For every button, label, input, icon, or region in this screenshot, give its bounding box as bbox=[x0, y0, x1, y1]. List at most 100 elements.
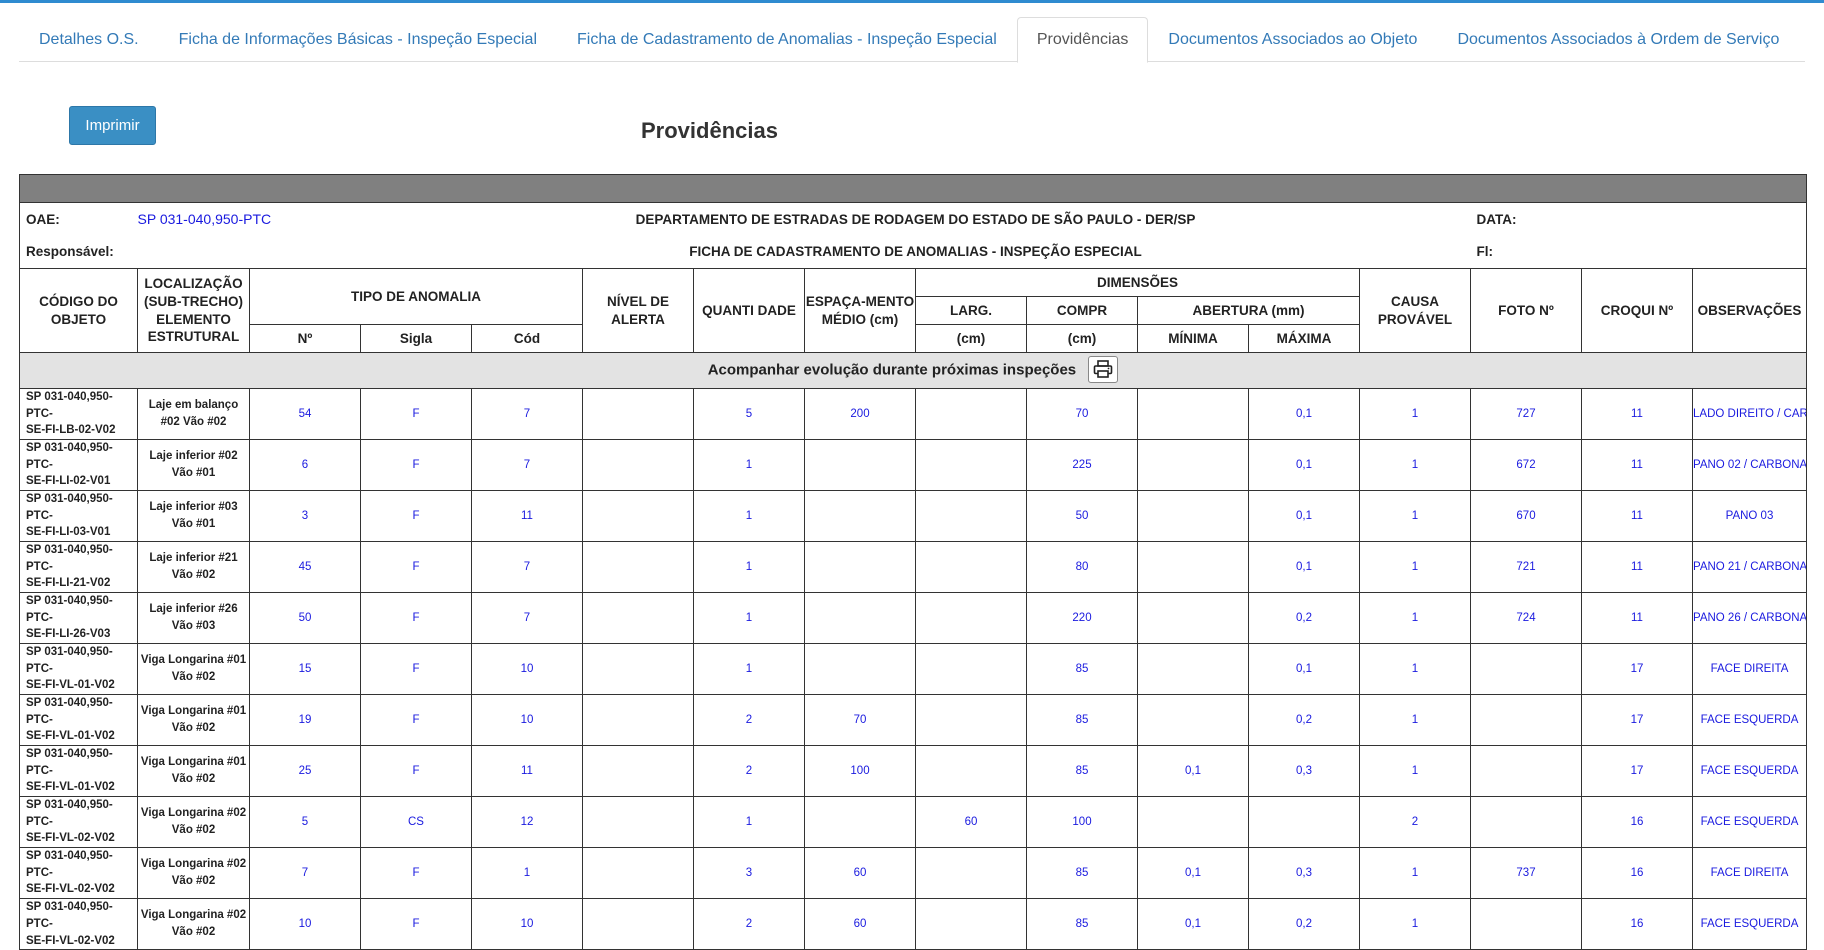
code-cell: SP 031-040,950-PTC- SE-FI-VL-02-V02 bbox=[19, 898, 138, 950]
alert-level-cell bbox=[582, 592, 694, 645]
opening-max-cell: 0,1 bbox=[1248, 387, 1360, 441]
table-row: SP 031-040,950-PTC- SE-FI-VL-01-V02 Viga L… bbox=[19, 694, 1807, 747]
anomaly-cod-cell: 10 bbox=[471, 643, 583, 696]
opening-min-cell bbox=[1137, 541, 1249, 594]
spacing-cell bbox=[804, 490, 916, 543]
quantity-cell: 2 bbox=[693, 898, 805, 950]
anomaly-no-cell: 15 bbox=[249, 643, 361, 696]
alert-level-cell bbox=[582, 745, 694, 798]
location-cell-line-2: Vão #02 bbox=[171, 773, 216, 786]
location-cell-line-1: Viga Longarina #02 bbox=[140, 807, 247, 820]
sketch-cell: 11 bbox=[1581, 439, 1693, 492]
tab-bar: Detalhes O.S. Ficha de Informações Básic… bbox=[19, 17, 1805, 63]
print-button[interactable]: Imprimir bbox=[69, 106, 156, 145]
code-cell-line-2: SE-FI-LB-02-V02 bbox=[26, 424, 116, 437]
code-cell: SP 031-040,950-PTC- SE-FI-LI-26-V03 bbox=[19, 592, 138, 645]
header-codigo: CÓDIGO DO OBJETO bbox=[19, 268, 138, 353]
department-name: DEPARTAMENTO DE ESTRADAS DE RODAGEM DO E… bbox=[635, 211, 1196, 227]
table-row: SP 031-040,950-PTC- SE-FI-LI-03-V01 Laje i… bbox=[19, 490, 1807, 543]
location-cell-line-1: Laje inferior #26 bbox=[149, 603, 238, 616]
cause-cell: 1 bbox=[1359, 439, 1471, 492]
location-cell-line-2: Vão #02 bbox=[171, 722, 216, 735]
table-row: SP 031-040,950-PTC- SE-FI-LI-26-V03 Laje i… bbox=[19, 592, 1807, 645]
page-header: Imprimir Providências bbox=[19, 62, 1805, 174]
tab-ficha-cadastramento-anomalias[interactable]: Ficha de Cadastramento de Anomalias - In… bbox=[557, 17, 1017, 62]
code-cell: SP 031-040,950-PTC- SE-FI-LI-21-V02 bbox=[19, 541, 138, 594]
responsavel-label: Responsável: bbox=[19, 235, 361, 269]
length-cell: 85 bbox=[1026, 847, 1138, 900]
spacing-cell bbox=[804, 796, 916, 849]
opening-max-cell: 0,3 bbox=[1248, 745, 1360, 798]
location-cell: Viga Longarina #02 Vão #02 bbox=[137, 898, 250, 950]
section-row: Acompanhar evolução durante próximas ins… bbox=[19, 352, 1807, 389]
tab-providencias[interactable]: Providências bbox=[1016, 17, 1149, 63]
sketch-cell: 17 bbox=[1581, 643, 1693, 696]
tab-documentos-ordem-servico[interactable]: Documentos Associados à Ordem de Serviço bbox=[1437, 17, 1799, 62]
fl-label: Fl: bbox=[1470, 235, 1807, 269]
quantity-cell: 5 bbox=[693, 387, 805, 441]
opening-max-cell: 0,3 bbox=[1248, 847, 1360, 900]
location-cell: Laje inferior #26 Vão #03 bbox=[137, 592, 250, 645]
opening-min-cell bbox=[1137, 387, 1249, 441]
sketch-cell: 16 bbox=[1581, 898, 1693, 950]
location-cell-line-1: Viga Longarina #02 bbox=[140, 909, 247, 922]
opening-min-cell bbox=[1137, 796, 1249, 849]
sketch-cell: 16 bbox=[1581, 847, 1693, 900]
length-cell: 70 bbox=[1026, 387, 1138, 441]
width-cell bbox=[915, 439, 1027, 492]
code-cell-line-2: SE-FI-VL-01-V02 bbox=[26, 781, 115, 794]
cause-cell: 1 bbox=[1359, 847, 1471, 900]
length-cell: 50 bbox=[1026, 490, 1138, 543]
anomaly-cod-cell: 7 bbox=[471, 439, 583, 492]
header-dimensoes: DIMENSÕES bbox=[915, 268, 1360, 297]
header-compr: COMPR bbox=[1026, 296, 1138, 325]
width-cell bbox=[915, 592, 1027, 645]
section-print-button[interactable] bbox=[1088, 356, 1119, 383]
location-cell: Laje inferior #21 Vão #02 bbox=[137, 541, 250, 594]
code-cell: SP 031-040,950-PTC- SE-FI-VL-02-V02 bbox=[19, 796, 138, 849]
observation-cell: PANO 26 / CARBONA bbox=[1692, 592, 1807, 645]
anomaly-no-cell: 19 bbox=[249, 694, 361, 747]
length-cell: 85 bbox=[1026, 745, 1138, 798]
code-cell-line-2: SE-FI-VL-02-V02 bbox=[26, 832, 115, 845]
tab-detalhes-os[interactable]: Detalhes O.S. bbox=[19, 17, 159, 62]
observation-cell: PANO 02 / CARBONA bbox=[1692, 439, 1807, 492]
header-nivel-alerta: NÍVEL DE ALERTA bbox=[582, 268, 694, 353]
info-row-responsavel: Responsável: FICHA DE CADASTRAMENTO DE A… bbox=[19, 235, 1807, 269]
sketch-cell: 17 bbox=[1581, 745, 1693, 798]
width-cell bbox=[915, 847, 1027, 900]
header-larg: LARG. bbox=[915, 296, 1027, 325]
location-cell: Viga Longarina #01 Vão #02 bbox=[137, 643, 250, 696]
spacing-cell: 60 bbox=[804, 898, 916, 950]
header-espacamento: ESPAÇA-MENTO MÉDIO (cm) bbox=[804, 268, 916, 353]
code-cell-line-1: SP 031-040,950-PTC- bbox=[26, 697, 113, 726]
opening-min-cell: 0,1 bbox=[1137, 745, 1249, 798]
table-row: SP 031-040,950-PTC- SE-FI-LI-02-V01 Laje i… bbox=[19, 439, 1807, 492]
location-cell-line-1: Laje em balanço bbox=[148, 399, 239, 412]
oae-value: SP 031-040,950-PTC bbox=[137, 211, 272, 228]
opening-min-cell: 0,1 bbox=[1137, 898, 1249, 950]
opening-max-cell: 0,1 bbox=[1248, 541, 1360, 594]
section-label: Acompanhar evolução durante próximas ins… bbox=[707, 361, 1077, 379]
anomaly-cod-cell: 11 bbox=[471, 490, 583, 543]
opening-min-cell bbox=[1137, 439, 1249, 492]
tab-documentos-objeto[interactable]: Documentos Associados ao Objeto bbox=[1148, 17, 1437, 62]
table-row: SP 031-040,950-PTC- SE-FI-VL-01-V02 Viga L… bbox=[19, 643, 1807, 696]
tab-ficha-informacoes-basicas[interactable]: Ficha de Informações Básicas - Inspeção … bbox=[159, 17, 557, 62]
code-cell: SP 031-040,950-PTC- SE-FI-VL-01-V02 bbox=[19, 694, 138, 747]
quantity-cell: 2 bbox=[693, 745, 805, 798]
header-minima: MÍNIMA bbox=[1137, 324, 1249, 353]
location-cell-line-1: Laje inferior #02 bbox=[149, 450, 238, 463]
length-cell: 85 bbox=[1026, 898, 1138, 950]
width-cell bbox=[915, 643, 1027, 696]
page-title: Providências bbox=[641, 118, 778, 143]
code-cell-line-2: SE-FI-VL-02-V02 bbox=[26, 934, 115, 947]
width-cell: 60 bbox=[915, 796, 1027, 849]
width-cell bbox=[915, 490, 1027, 543]
code-cell: SP 031-040,950-PTC- SE-FI-LI-02-V01 bbox=[19, 439, 138, 492]
location-cell-line-1: Laje inferior #21 bbox=[149, 552, 238, 565]
code-cell-line-2: SE-FI-LI-26-V03 bbox=[26, 628, 111, 641]
location-cell-line-2: #02 Vão #02 bbox=[160, 416, 227, 428]
photo-cell: 737 bbox=[1470, 847, 1582, 900]
photo-cell bbox=[1470, 643, 1582, 696]
